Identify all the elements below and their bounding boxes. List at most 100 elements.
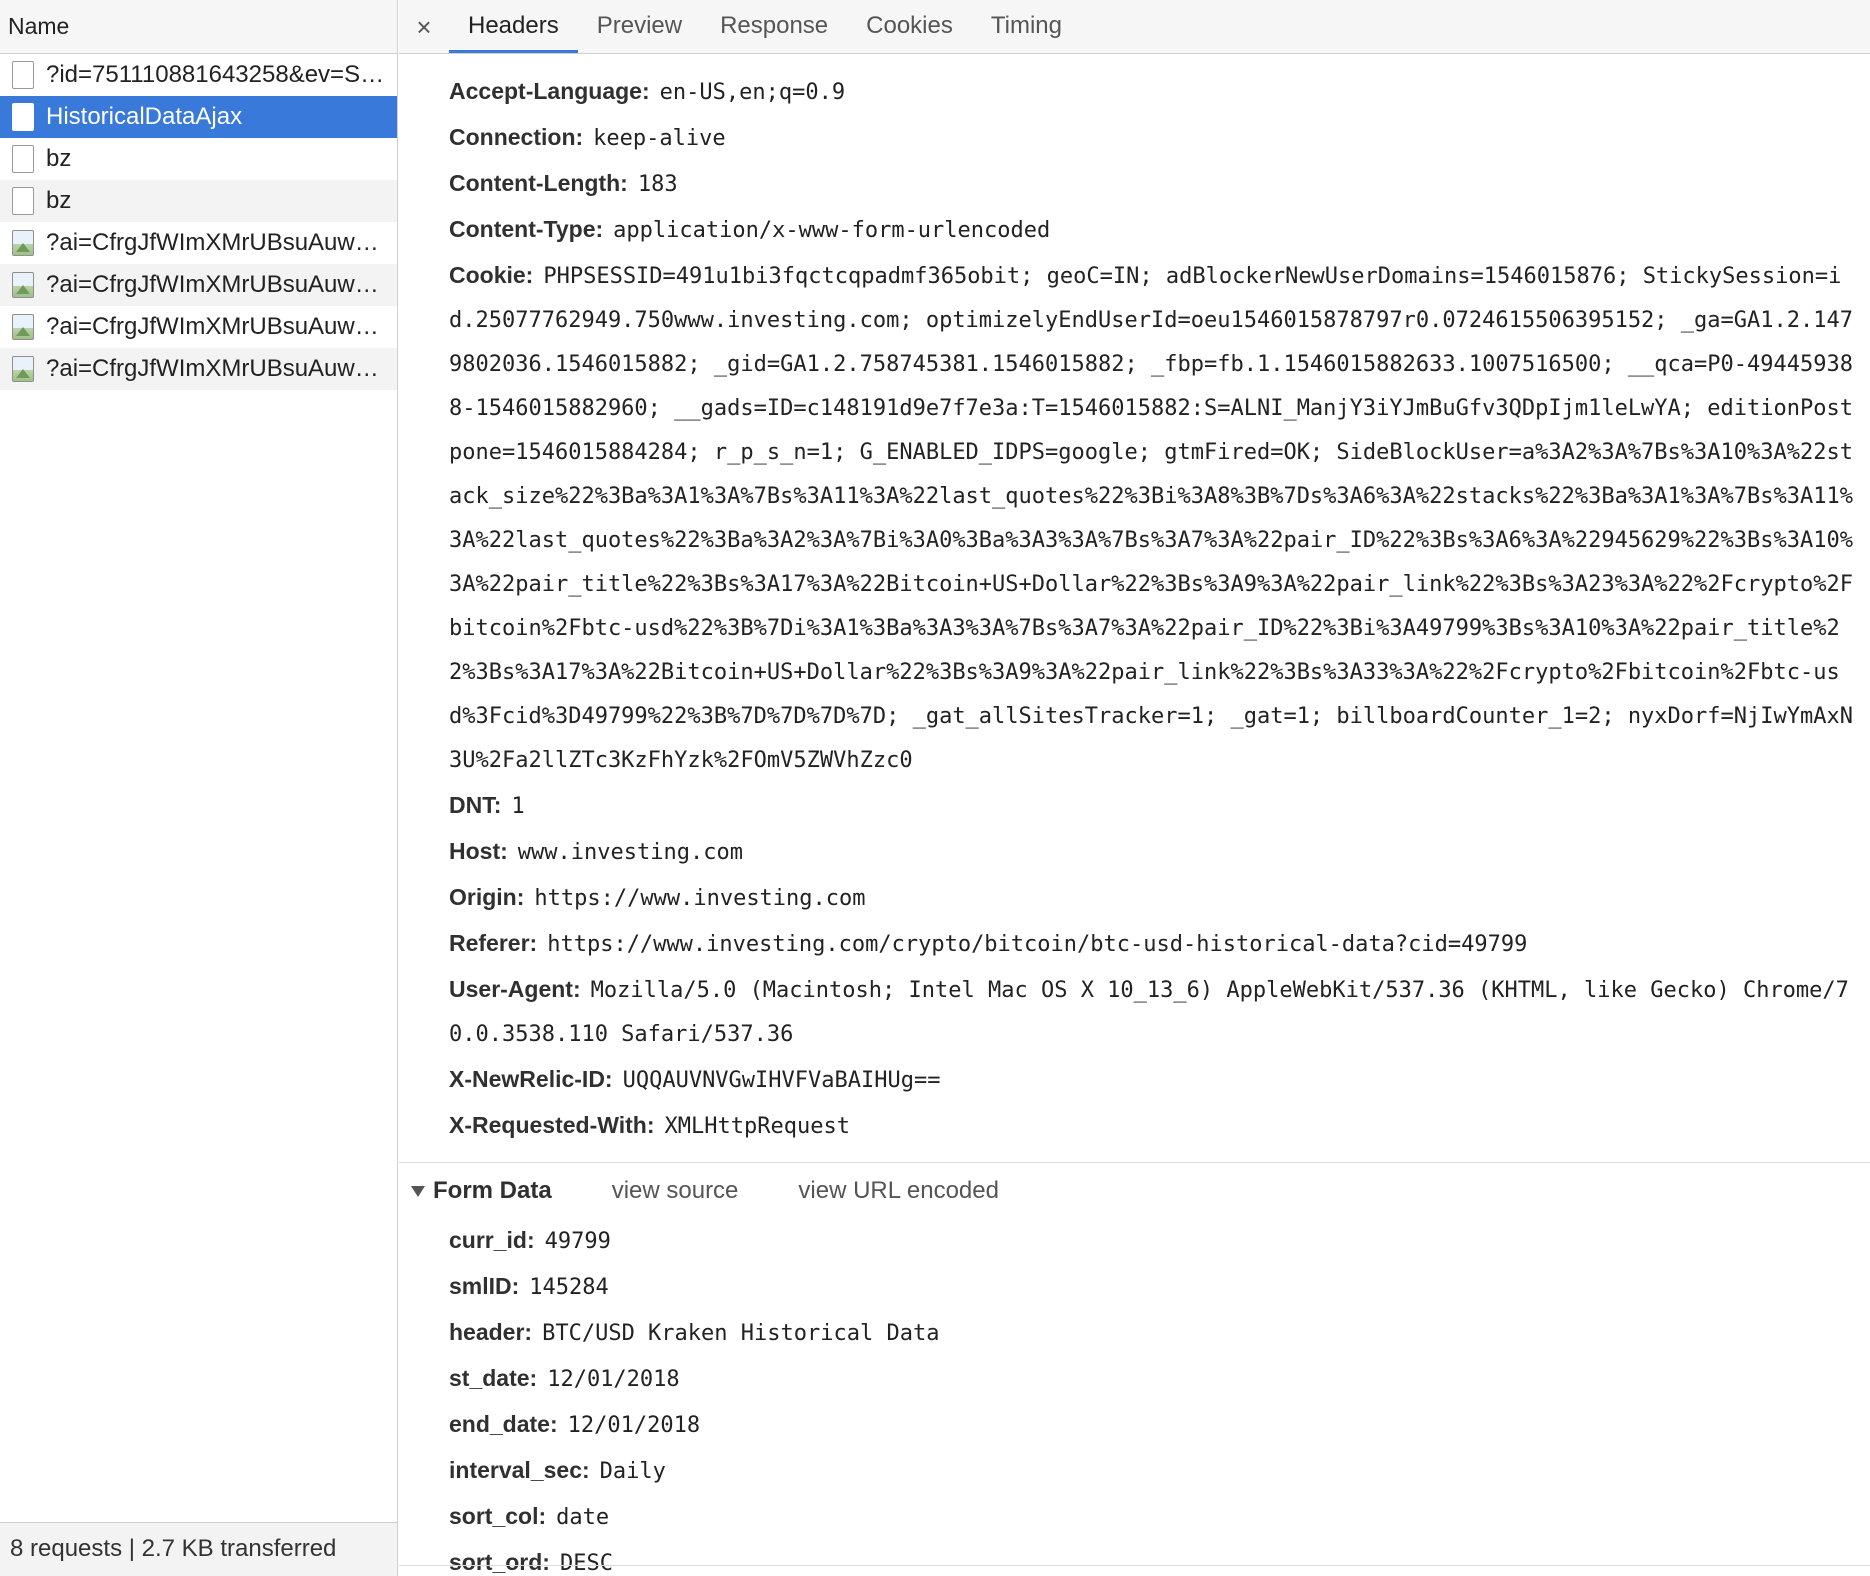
image-icon bbox=[12, 272, 34, 298]
request-name: bz bbox=[46, 187, 72, 214]
header-row: DNT: 1 bbox=[449, 784, 1870, 828]
header-value[interactable]: application/x-www-form-urlencoded bbox=[613, 218, 1050, 243]
header-value[interactable]: 49799 bbox=[545, 1229, 611, 1254]
tab-timing[interactable]: Timing bbox=[972, 1, 1081, 53]
header-value[interactable]: en-US,en;q=0.9 bbox=[660, 80, 845, 105]
header-name: Referer: bbox=[449, 930, 538, 956]
request-name: ?ai=CfrgJfWImXMrUBsuAuw… bbox=[46, 271, 379, 298]
header-row: sort_col: date bbox=[449, 1495, 1870, 1539]
request-row[interactable]: ?ai=CfrgJfWImXMrUBsuAuw… bbox=[0, 264, 397, 306]
view-url-encoded-link[interactable]: view URL encoded bbox=[798, 1177, 999, 1205]
request-list: ?id=751110881643258&ev=S… HistoricalDataA… bbox=[0, 54, 397, 390]
request-row[interactable]: ?id=751110881643258&ev=S… bbox=[0, 54, 397, 96]
header-name: sort_ord: bbox=[449, 1549, 550, 1575]
header-row: Content-Type: application/x-www-form-urle… bbox=[449, 208, 1870, 252]
form-data-section: curr_id: 49799 smlID: 145284 header: BTC/USD … bbox=[399, 1219, 1870, 1576]
header-name: curr_id: bbox=[449, 1227, 535, 1253]
header-name: Content-Type: bbox=[449, 216, 604, 242]
request-row[interactable]: ?ai=CfrgJfWImXMrUBsuAuw… bbox=[0, 348, 397, 390]
request-name: ?ai=CfrgJfWImXMrUBsuAuw… bbox=[46, 355, 379, 382]
view-source-link[interactable]: view source bbox=[612, 1177, 739, 1205]
header-value[interactable]: 145284 bbox=[529, 1275, 608, 1300]
request-row[interactable]: HistoricalDataAjax bbox=[0, 96, 397, 138]
header-name: DNT: bbox=[449, 792, 502, 818]
header-name: Connection: bbox=[449, 124, 584, 150]
header-row: end_date: 12/01/2018 bbox=[449, 1403, 1870, 1447]
header-row: Cookie: PHPSESSID=491u1bi3fqctcqpadmf365o… bbox=[449, 254, 1870, 782]
request-row[interactable]: ?ai=CfrgJfWImXMrUBsuAuw… bbox=[0, 222, 397, 264]
request-headers-section: Accept-Language: en-US,en;q=0.9 Connection… bbox=[399, 54, 1870, 1148]
header-row: X-NewRelic-ID: UQQAUVNVGwIHVFVaBAIHUg== bbox=[449, 1058, 1870, 1102]
request-name: bz bbox=[46, 145, 72, 172]
header-value[interactable]: Mozilla/5.0 (Macintosh; Intel Mac OS X 1… bbox=[449, 978, 1849, 1047]
header-value[interactable]: UQQAUVNVGwIHVFVaBAIHUg== bbox=[623, 1068, 941, 1093]
header-value[interactable]: BTC/USD Kraken Historical Data bbox=[542, 1321, 939, 1346]
header-value[interactable]: DESC bbox=[560, 1551, 613, 1576]
request-row[interactable]: bz bbox=[0, 138, 397, 180]
request-details-pane: × Headers Preview Response Cookies Timing Ac… bbox=[399, 0, 1870, 1576]
disclosure-triangle-icon[interactable] bbox=[411, 1185, 425, 1197]
header-name: sort_col: bbox=[449, 1503, 547, 1529]
header-value[interactable]: 1 bbox=[511, 794, 524, 819]
request-name: ?ai=CfrgJfWImXMrUBsuAuw… bbox=[46, 229, 379, 256]
image-icon bbox=[12, 314, 34, 340]
form-data-title: Form Data bbox=[433, 1177, 552, 1204]
header-name: User-Agent: bbox=[449, 976, 581, 1002]
header-value[interactable]: XMLHttpRequest bbox=[665, 1114, 850, 1139]
header-value[interactable]: 12/01/2018 bbox=[547, 1367, 679, 1392]
header-value[interactable]: date bbox=[556, 1505, 609, 1530]
header-value[interactable]: 183 bbox=[638, 172, 678, 197]
header-value[interactable]: https://www.investing.com bbox=[534, 886, 865, 911]
header-row: User-Agent: Mozilla/5.0 (Macintosh; Intel… bbox=[449, 968, 1870, 1056]
bottom-divider bbox=[399, 1565, 1870, 1566]
form-data-header[interactable]: Form Data view source view URL encoded bbox=[399, 1163, 1870, 1219]
header-row: sort_ord: DESC bbox=[449, 1541, 1870, 1576]
request-name: HistoricalDataAjax bbox=[46, 103, 243, 130]
name-column-header[interactable]: Name bbox=[0, 0, 397, 54]
header-name: header: bbox=[449, 1319, 533, 1345]
tab-cookies[interactable]: Cookies bbox=[847, 1, 972, 53]
request-row[interactable]: ?ai=CfrgJfWImXMrUBsuAuw… bbox=[0, 306, 397, 348]
image-icon bbox=[12, 230, 34, 256]
tab-preview[interactable]: Preview bbox=[578, 1, 701, 53]
header-value[interactable]: https://www.investing.com/crypto/bitcoin… bbox=[547, 932, 1527, 957]
header-row: Origin: https://www.investing.com bbox=[449, 876, 1870, 920]
header-row: Host: www.investing.com bbox=[449, 830, 1870, 874]
header-name: Accept-Language: bbox=[449, 78, 650, 104]
close-icon[interactable]: × bbox=[399, 1, 449, 53]
header-row: Accept-Language: en-US,en;q=0.9 bbox=[449, 70, 1870, 114]
header-name: st_date: bbox=[449, 1365, 538, 1391]
document-icon bbox=[12, 187, 34, 215]
header-name: end_date: bbox=[449, 1411, 558, 1437]
header-value[interactable]: Daily bbox=[600, 1459, 666, 1484]
details-tab-bar: × Headers Preview Response Cookies Timing bbox=[399, 0, 1870, 54]
request-name: ?id=751110881643258&ev=S… bbox=[46, 61, 385, 88]
header-row: st_date: 12/01/2018 bbox=[449, 1357, 1870, 1401]
network-status-bar: 8 requests | 2.7 KB transferred bbox=[0, 1522, 397, 1576]
tab-response[interactable]: Response bbox=[701, 1, 847, 53]
document-icon bbox=[12, 103, 34, 131]
image-icon bbox=[12, 356, 34, 382]
header-row: smlID: 145284 bbox=[449, 1265, 1870, 1309]
header-value[interactable]: PHPSESSID=491u1bi3fqctcqpadmf365obit; ge… bbox=[449, 264, 1853, 773]
document-icon bbox=[12, 145, 34, 173]
request-row[interactable]: bz bbox=[0, 180, 397, 222]
request-name: ?ai=CfrgJfWImXMrUBsuAuw… bbox=[46, 313, 379, 340]
header-row: X-Requested-With: XMLHttpRequest bbox=[449, 1104, 1870, 1148]
header-row: Content-Length: 183 bbox=[449, 162, 1870, 206]
header-name: Origin: bbox=[449, 884, 525, 910]
tab-headers[interactable]: Headers bbox=[449, 1, 578, 53]
header-name: X-Requested-With: bbox=[449, 1112, 655, 1138]
header-name: X-NewRelic-ID: bbox=[449, 1066, 613, 1092]
header-row: Referer: https://www.investing.com/crypto… bbox=[449, 922, 1870, 966]
header-row: interval_sec: Daily bbox=[449, 1449, 1870, 1493]
header-name: smlID: bbox=[449, 1273, 520, 1299]
header-value[interactable]: 12/01/2018 bbox=[568, 1413, 700, 1438]
header-name: Content-Length: bbox=[449, 170, 628, 196]
document-icon bbox=[12, 61, 34, 89]
header-row: curr_id: 49799 bbox=[449, 1219, 1870, 1263]
header-value[interactable]: keep-alive bbox=[593, 126, 725, 151]
header-name: interval_sec: bbox=[449, 1457, 590, 1483]
header-row: header: BTC/USD Kraken Historical Data bbox=[449, 1311, 1870, 1355]
header-value[interactable]: www.investing.com bbox=[518, 840, 743, 865]
